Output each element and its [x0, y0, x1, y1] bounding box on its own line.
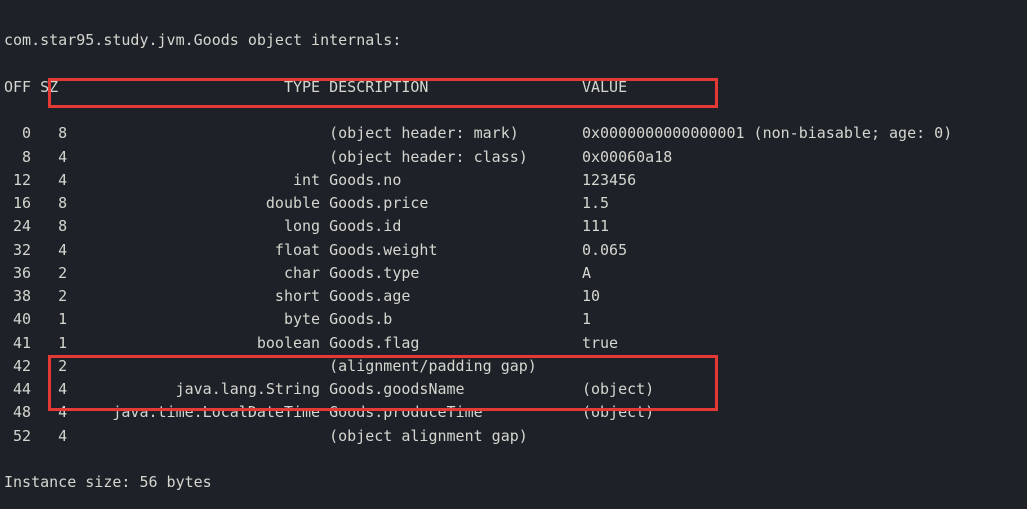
- instance-size-line: Instance size: 56 bytes: [4, 471, 1023, 494]
- table-row: 52 4 (object alignment gap): [4, 425, 1023, 448]
- table-row: 41 1 boolean Goods.flag true: [4, 332, 1023, 355]
- table-row: 40 1 byte Goods.b 1: [4, 308, 1023, 331]
- terminal-output: com.star95.study.jvm.Goods object intern…: [0, 0, 1027, 509]
- table-row: 42 2 (alignment/padding gap): [4, 355, 1023, 378]
- table-row: 36 2 char Goods.type A: [4, 262, 1023, 285]
- table-row: 48 4 java.time.LocalDateTime Goods.produ…: [4, 401, 1023, 424]
- table-row: 44 4 java.lang.String Goods.goodsName (o…: [4, 378, 1023, 401]
- header-row: OFF SZ TYPE DESCRIPTION VALUE: [4, 76, 1023, 99]
- table-row: 0 8 (object header: mark) 0x000000000000…: [4, 122, 1023, 145]
- table-row: 8 4 (object header: class) 0x00060a18: [4, 146, 1023, 169]
- table-row: 16 8 double Goods.price 1.5: [4, 192, 1023, 215]
- title-line: com.star95.study.jvm.Goods object intern…: [4, 29, 1023, 52]
- table-row: 12 4 int Goods.no 123456: [4, 169, 1023, 192]
- table-row: 24 8 long Goods.id 111: [4, 215, 1023, 238]
- table-row: 32 4 float Goods.weight 0.065: [4, 239, 1023, 262]
- table-row: 38 2 short Goods.age 10: [4, 285, 1023, 308]
